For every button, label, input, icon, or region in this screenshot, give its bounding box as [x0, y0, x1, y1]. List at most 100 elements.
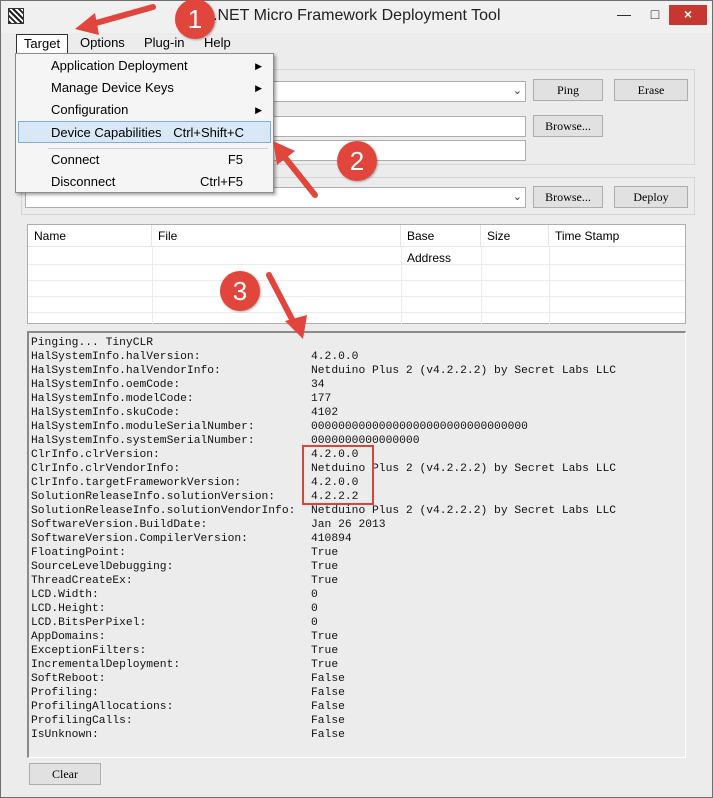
output-value: Jan 26 2013 — [311, 519, 386, 531]
output-line: SoftReboot: False — [31, 672, 681, 686]
output-value: 0 — [311, 617, 318, 629]
output-line: SoftwareVersion.CompilerVersion: 410894 — [31, 532, 681, 546]
maximize-button[interactable]: □ — [643, 5, 667, 25]
menu-item-manage-device-keys[interactable]: Manage Device Keys ▶ — [18, 77, 271, 99]
output-line: SoftwareVersion.BuildDate: Jan 26 2013 — [31, 518, 681, 532]
output-key: SoftwareVersion.CompilerVersion: — [31, 533, 248, 545]
output-key: IncrementalDeployment: — [31, 659, 181, 671]
chevron-down-icon: ⌄ — [512, 191, 522, 203]
menu-help[interactable]: Help — [198, 34, 237, 54]
output-line: HalSystemInfo.halVersion: 4.2.0.0 — [31, 350, 681, 364]
output-value: 4102 — [311, 407, 339, 419]
output-key: AppDomains: — [31, 631, 106, 643]
column-file[interactable]: File — [152, 225, 401, 247]
output-line-pinging: Pinging... TinyCLR — [31, 337, 154, 349]
output-line: HalSystemInfo.moduleSerialNumber: 0000000… — [31, 420, 681, 434]
deployment-tool-window: .NET Micro Framework Deployment Tool — □… — [0, 0, 713, 798]
output-console[interactable]: Pinging... TinyCLR HalSystemInfo.halVers… — [27, 331, 686, 758]
clear-button[interactable]: Clear — [29, 763, 101, 785]
erase-button[interactable]: Erase — [614, 79, 688, 101]
output-key: HalSystemInfo.halVendorInfo: — [31, 365, 221, 377]
chevron-down-icon: ⌄ — [512, 85, 522, 97]
window-title: .NET Micro Framework Deployment Tool — [213, 7, 501, 24]
output-key: LCD.Height: — [31, 603, 106, 615]
highlight-box — [302, 445, 374, 505]
arrow-1-icon — [75, 4, 156, 35]
output-key: LCD.Width: — [31, 589, 99, 601]
step-badge-2: 2 — [337, 141, 377, 181]
deploy-button[interactable]: Deploy — [614, 186, 688, 208]
output-key: SoftReboot: — [31, 673, 106, 685]
arrow-3-icon — [266, 272, 307, 339]
output-key: HalSystemInfo.modelCode: — [31, 393, 194, 405]
target-dropdown-menu: Application Deployment ▶ Manage Device K… — [15, 53, 274, 193]
output-line: FloatingPoint: True — [31, 546, 681, 560]
output-line: SourceLevelDebugging: True — [31, 560, 681, 574]
output-value: 00000000000000000000000000000000 — [311, 421, 528, 433]
output-value: False — [311, 687, 345, 699]
output-value: True — [311, 645, 339, 657]
output-key: HalSystemInfo.halVersion: — [31, 351, 201, 363]
output-key: ProfilingAllocations: — [31, 701, 174, 713]
submenu-arrow-icon: ▶ — [255, 61, 262, 71]
menu-item-application-deployment[interactable]: Application Deployment ▶ — [18, 55, 271, 77]
ping-button[interactable]: Ping — [533, 79, 603, 101]
menu-item-device-capabilities[interactable]: Device Capabilities Ctrl+Shift+C — [18, 121, 271, 143]
output-value: False — [311, 701, 345, 713]
step-badge-1: 1 — [175, 0, 215, 39]
output-key: ProfilingCalls: — [31, 715, 133, 727]
app-icon — [8, 8, 24, 24]
browse-deploy-button[interactable]: Browse... — [533, 186, 603, 208]
output-key: HalSystemInfo.skuCode: — [31, 407, 181, 419]
output-value: 0 — [311, 589, 318, 601]
output-key: Profiling: — [31, 687, 99, 699]
output-value: 177 — [311, 393, 332, 405]
output-value: 34 — [311, 379, 325, 391]
output-value: True — [311, 547, 339, 559]
column-base-address[interactable]: Base Address — [401, 225, 481, 265]
output-line: ProfilingCalls: False — [31, 714, 681, 728]
browse-key-button[interactable]: Browse... — [533, 115, 603, 137]
output-key: SoftwareVersion.BuildDate: — [31, 519, 208, 531]
output-key: LCD.BitsPerPixel: — [31, 617, 147, 629]
submenu-arrow-icon: ▶ — [255, 83, 262, 93]
output-value: True — [311, 575, 339, 587]
output-line: LCD.BitsPerPixel: 0 — [31, 616, 681, 630]
output-line: ProfilingAllocations: False — [31, 700, 681, 714]
output-line: IsUnknown: False — [31, 728, 681, 742]
output-line: HalSystemInfo.skuCode: 4102 — [31, 406, 681, 420]
output-line: HalSystemInfo.oemCode: 34 — [31, 378, 681, 392]
column-name[interactable]: Name — [28, 225, 152, 247]
output-value: Netduino Plus 2 (v4.2.2.2) by Secret Lab… — [311, 365, 617, 377]
output-key: ThreadCreateEx: — [31, 575, 133, 587]
output-line: HalSystemInfo.modelCode: 177 — [31, 392, 681, 406]
output-value: Netduino Plus 2 (v4.2.2.2) by Secret Lab… — [311, 505, 617, 517]
output-key: ExceptionFilters: — [31, 645, 147, 657]
output-key: SolutionReleaseInfo.solutionVendorInfo: — [31, 505, 296, 517]
output-key: SourceLevelDebugging: — [31, 561, 174, 573]
column-time-stamp[interactable]: Time Stamp — [549, 225, 685, 247]
output-value: True — [311, 631, 339, 643]
output-line: LCD.Height: 0 — [31, 602, 681, 616]
output-key: HalSystemInfo.systemSerialNumber: — [31, 435, 255, 447]
output-key: HalSystemInfo.oemCode: — [31, 379, 181, 391]
minimize-button[interactable]: — — [612, 5, 636, 25]
device-select[interactable]: ⌄ — [271, 81, 526, 102]
output-value: 0 — [311, 603, 318, 615]
output-line: SolutionReleaseInfo.solutionVendorInfo: N… — [31, 504, 681, 518]
file-list-header: Name File Base Address Size Time Stamp — [28, 225, 685, 265]
key-file-input[interactable] — [271, 116, 526, 137]
output-value: True — [311, 659, 339, 671]
output-line: ExceptionFilters: True — [31, 644, 681, 658]
output-line: ThreadCreateEx: True — [31, 574, 681, 588]
menu-item-disconnect[interactable]: Disconnect Ctrl+F5 — [18, 171, 271, 193]
output-key: IsUnknown: — [31, 729, 99, 741]
output-key: ClrInfo.clrVendorInfo: — [31, 463, 181, 475]
output-value: False — [311, 715, 345, 727]
close-button[interactable]: × — [669, 5, 707, 25]
menu-item-configuration[interactable]: Configuration ▶ — [18, 99, 271, 121]
output-key: FloatingPoint: — [31, 547, 126, 559]
menu-item-connect[interactable]: Connect F5 — [18, 149, 271, 171]
file-list[interactable]: Name File Base Address Size Time Stamp — [27, 224, 686, 325]
column-size[interactable]: Size — [481, 225, 549, 247]
